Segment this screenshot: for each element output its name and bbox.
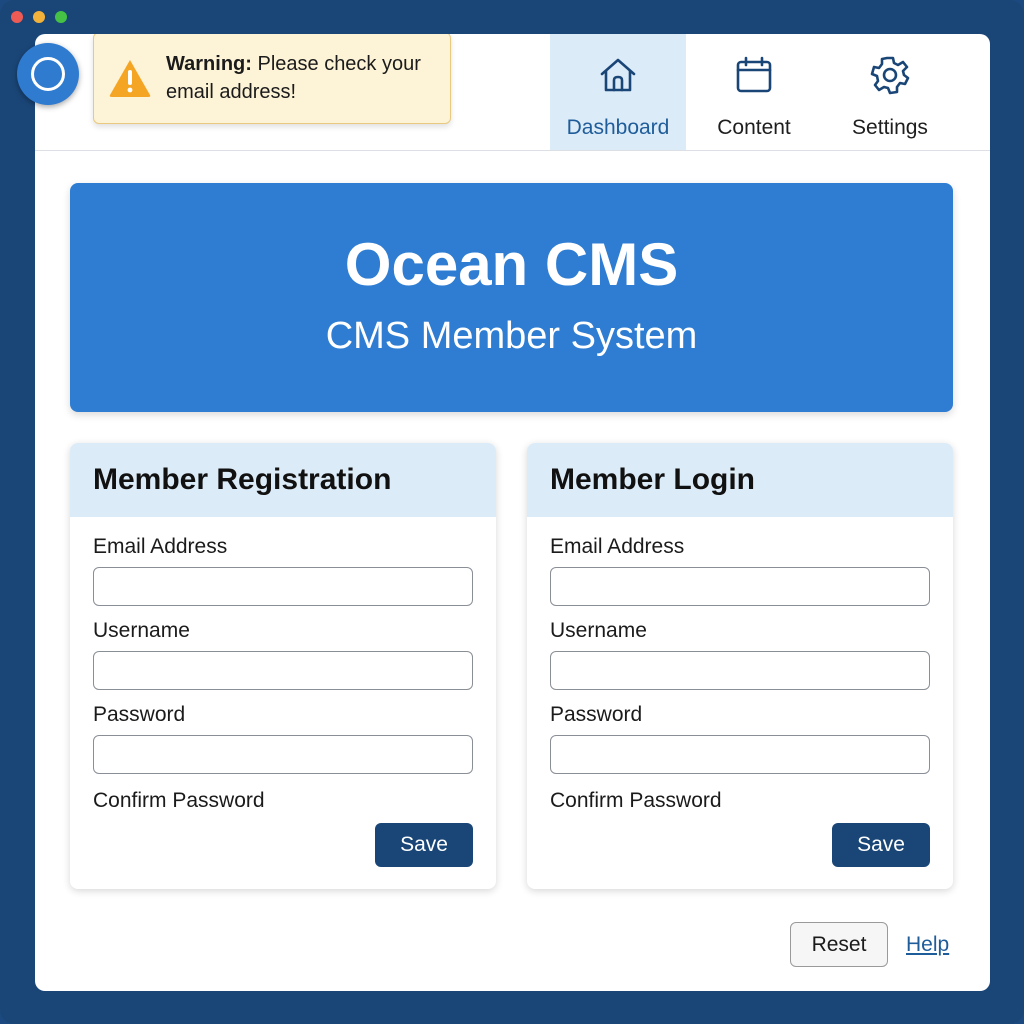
minimize-window-button[interactable] [33,11,45,23]
help-link[interactable]: Help [906,933,949,957]
home-icon [600,58,636,92]
registration-password-input[interactable] [93,735,473,774]
registration-username-input[interactable] [93,651,473,690]
nav-content[interactable]: Content [686,34,822,150]
app-logo-button[interactable] [17,43,79,105]
registration-card: Member Registration Email Address Userna… [70,443,496,889]
login-card: Member Login Email Address Username Pass… [527,443,953,889]
warning-alert: Warning: Please check your email address… [93,34,451,124]
hero-subtitle: CMS Member System [325,314,698,357]
top-bar: Warning: Please check your email address… [35,34,990,151]
nav-settings[interactable]: Settings [822,34,958,150]
close-window-button[interactable] [11,11,23,23]
maximize-window-button[interactable] [55,11,67,23]
window-controls [11,11,67,23]
reset-button[interactable]: Reset [790,922,888,967]
login-title: Member Login [527,443,953,517]
registration-password-group: Password [93,703,473,774]
login-email-input[interactable] [550,567,930,606]
warning-icon [109,60,151,97]
registration-username-group: Username [93,619,473,690]
registration-password-label: Password [93,703,186,726]
top-nav: Dashboard Content Settings [550,34,958,150]
circle-icon [31,57,65,91]
calendar-icon [736,56,772,93]
nav-settings-label: Settings [852,116,928,139]
registration-email-label: Email Address [93,535,228,558]
warning-message: Warning: Please check your email address… [166,50,450,106]
login-password-label: Password [550,703,643,726]
nav-dashboard[interactable]: Dashboard [550,34,686,150]
warning-bold: Warning: [166,53,252,75]
registration-username-label: Username [93,619,190,642]
login-email-label: Email Address [550,535,685,558]
hero-title: Ocean CMS [344,230,679,298]
login-username-label: Username [550,619,647,642]
login-username-input[interactable] [550,651,930,690]
registration-confirm-label: Confirm Password [93,789,265,812]
login-confirm-label: Confirm Password [550,789,722,812]
nav-dashboard-label: Dashboard [566,116,670,139]
registration-email-group: Email Address [93,535,473,606]
gear-icon [870,56,910,95]
login-password-input[interactable] [550,735,930,774]
registration-email-input[interactable] [93,567,473,606]
registration-save-button[interactable]: Save [375,823,473,867]
nav-content-label: Content [717,116,791,139]
login-password-group: Password [550,703,930,774]
registration-title: Member Registration [70,443,496,517]
login-email-group: Email Address [550,535,930,606]
hero-banner: Ocean CMS CMS Member System [70,183,953,412]
main-window: Warning: Please check your email address… [35,34,990,991]
login-save-button[interactable]: Save [832,823,930,867]
login-username-group: Username [550,619,930,690]
